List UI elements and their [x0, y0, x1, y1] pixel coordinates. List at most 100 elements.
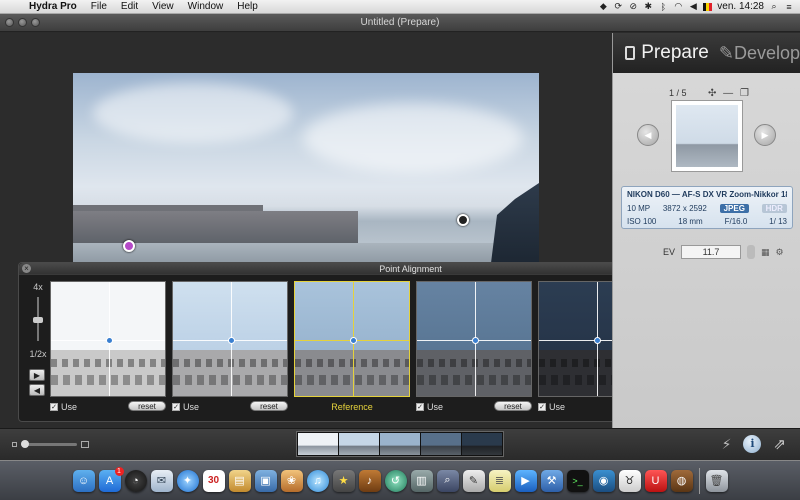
star-icon[interactable]: ★: [332, 469, 355, 492]
safari-icon[interactable]: ✦: [176, 469, 199, 492]
thumbnail-size-slider[interactable]: [12, 440, 89, 448]
reset-button[interactable]: reset: [250, 401, 288, 411]
previous-point-button[interactable]: ◀: [29, 384, 45, 396]
notes-icon[interactable]: ≣: [488, 469, 511, 492]
alignment-tile[interactable]: [416, 281, 532, 397]
main-photo[interactable]: [73, 73, 539, 263]
scripts-icon[interactable]: ✎: [462, 469, 485, 492]
crosshair-point[interactable]: [594, 337, 601, 344]
bracket-filmstrip[interactable]: [296, 431, 504, 457]
itunes-icon[interactable]: ♫: [306, 469, 329, 492]
filmstrip-frame[interactable]: [462, 433, 502, 455]
menu-file[interactable]: File: [84, 1, 114, 12]
finder-icon[interactable]: ☺: [72, 469, 95, 492]
develop-tab[interactable]: ✎Develop: [719, 43, 800, 64]
alignment-tile[interactable]: [50, 281, 166, 397]
menu-window[interactable]: Window: [181, 1, 231, 12]
image-thumbnail[interactable]: [671, 100, 743, 172]
previous-image-button[interactable]: ◀: [637, 124, 659, 146]
photos-icon[interactable]: ▣: [254, 469, 277, 492]
minimize-window-button[interactable]: [18, 18, 27, 27]
tile-building: [417, 350, 531, 396]
quicktime-icon[interactable]: ▶: [514, 469, 537, 492]
use-checkbox[interactable]: ✓: [172, 403, 180, 411]
use-checkbox[interactable]: ✓: [416, 403, 424, 411]
terminal-icon[interactable]: >_: [566, 469, 589, 492]
focal-length: 18 mm: [678, 216, 703, 226]
reset-button[interactable]: reset: [494, 401, 532, 411]
menu-help[interactable]: Help: [230, 1, 265, 12]
ev-stepper[interactable]: [747, 245, 756, 259]
spotlight-icon[interactable]: ⌕: [769, 1, 779, 12]
cow-icon[interactable]: ♉: [618, 469, 641, 492]
filmstrip-frame[interactable]: [380, 433, 420, 455]
use-label: Use: [427, 402, 444, 412]
app-icon[interactable]: ◍: [670, 469, 693, 492]
close-icon[interactable]: ×: [22, 264, 31, 273]
bottom-toolbar: ⚡ i ⇗: [0, 428, 800, 460]
menu-clock[interactable]: ven. 14:28: [717, 1, 764, 12]
mail-icon[interactable]: ✉: [150, 469, 173, 492]
next-point-button[interactable]: ▶: [29, 369, 45, 381]
share-icon[interactable]: ⇗: [773, 435, 786, 453]
filmstrip-frame[interactable]: [421, 433, 461, 455]
close-window-button[interactable]: [5, 18, 14, 27]
dashboard-icon[interactable]: ◔: [124, 469, 147, 492]
utility-icon[interactable]: ▥: [410, 469, 433, 492]
settings-icon[interactable]: ⚙: [776, 247, 784, 258]
prepare-icon[interactable]: [625, 46, 636, 60]
magnet-icon[interactable]: U: [644, 469, 667, 492]
block-icon[interactable]: ⊘: [628, 1, 638, 12]
zoom-window-button[interactable]: [31, 18, 40, 27]
calendar-icon[interactable]: 30: [202, 469, 225, 492]
alignment-point-marker-reference[interactable]: [457, 214, 469, 226]
menu-app[interactable]: Hydra Pro: [22, 1, 84, 12]
crosshair-point[interactable]: [350, 337, 357, 344]
preview-icon[interactable]: ▤: [228, 469, 251, 492]
alignment-tile-reference[interactable]: [294, 281, 410, 397]
menu-edit[interactable]: Edit: [114, 1, 145, 12]
next-image-button[interactable]: ▶: [754, 124, 776, 146]
calculator-icon[interactable]: ▦: [761, 247, 770, 258]
filmstrip-frame[interactable]: [339, 433, 379, 455]
trash-icon[interactable]: 🗑: [705, 469, 728, 492]
alignment-tile[interactable]: [172, 281, 288, 397]
wifi-icon[interactable]: ◠: [673, 1, 683, 12]
dropbox-icon[interactable]: ◆: [598, 1, 608, 12]
lightning-icon[interactable]: ⚡: [722, 436, 732, 453]
filmstrip-frame[interactable]: [298, 433, 338, 455]
magnifier-icon[interactable]: ⌕: [436, 469, 459, 492]
bluetooth-icon[interactable]: ᛒ: [658, 2, 668, 12]
image-tools[interactable]: ✣ — ❐: [708, 88, 751, 99]
iphoto-icon[interactable]: ❀: [280, 469, 303, 492]
remove-image-icon[interactable]: —: [723, 88, 735, 99]
crosshair-point[interactable]: [228, 337, 235, 344]
zoom-slider[interactable]: 4x 1/2x: [27, 279, 49, 399]
alignment-point-marker[interactable]: [123, 240, 135, 252]
xcode-icon[interactable]: ⚒: [540, 469, 563, 492]
notifications-icon[interactable]: ≡: [784, 2, 794, 12]
ev-label: EV: [663, 247, 676, 257]
info-icon[interactable]: i: [743, 435, 762, 453]
menu-view[interactable]: View: [145, 1, 181, 12]
duplicate-icon[interactable]: ❐: [740, 88, 751, 99]
guitar-icon[interactable]: ♪: [358, 469, 381, 492]
flag-icon[interactable]: [703, 2, 713, 11]
right-sidebar: Prepare ✎Develop 1 / 5 ✣ — ❐ ◀ ▶ NIKON D…: [612, 33, 800, 428]
prepare-tab[interactable]: Prepare: [641, 42, 709, 64]
use-checkbox[interactable]: ✓: [538, 403, 546, 411]
zoom-thumb[interactable]: [33, 317, 43, 323]
app-store-icon[interactable]: A1: [98, 466, 124, 492]
size-slider-thumb[interactable]: [21, 440, 29, 448]
use-checkbox[interactable]: ✓: [50, 403, 58, 411]
volume-icon[interactable]: ◀: [688, 1, 698, 12]
crosshair-point[interactable]: [106, 337, 113, 344]
reset-button[interactable]: reset: [128, 401, 166, 411]
ev-field[interactable]: 11.7: [681, 245, 742, 259]
puzzle-icon[interactable]: ✱: [643, 1, 653, 12]
size-slider-track[interactable]: [21, 440, 77, 448]
sync-icon[interactable]: ⟳: [613, 1, 623, 12]
crosshair-point[interactable]: [472, 337, 479, 344]
hydra-icon[interactable]: ◉: [592, 469, 615, 492]
time-machine-icon[interactable]: ↺: [384, 469, 407, 492]
